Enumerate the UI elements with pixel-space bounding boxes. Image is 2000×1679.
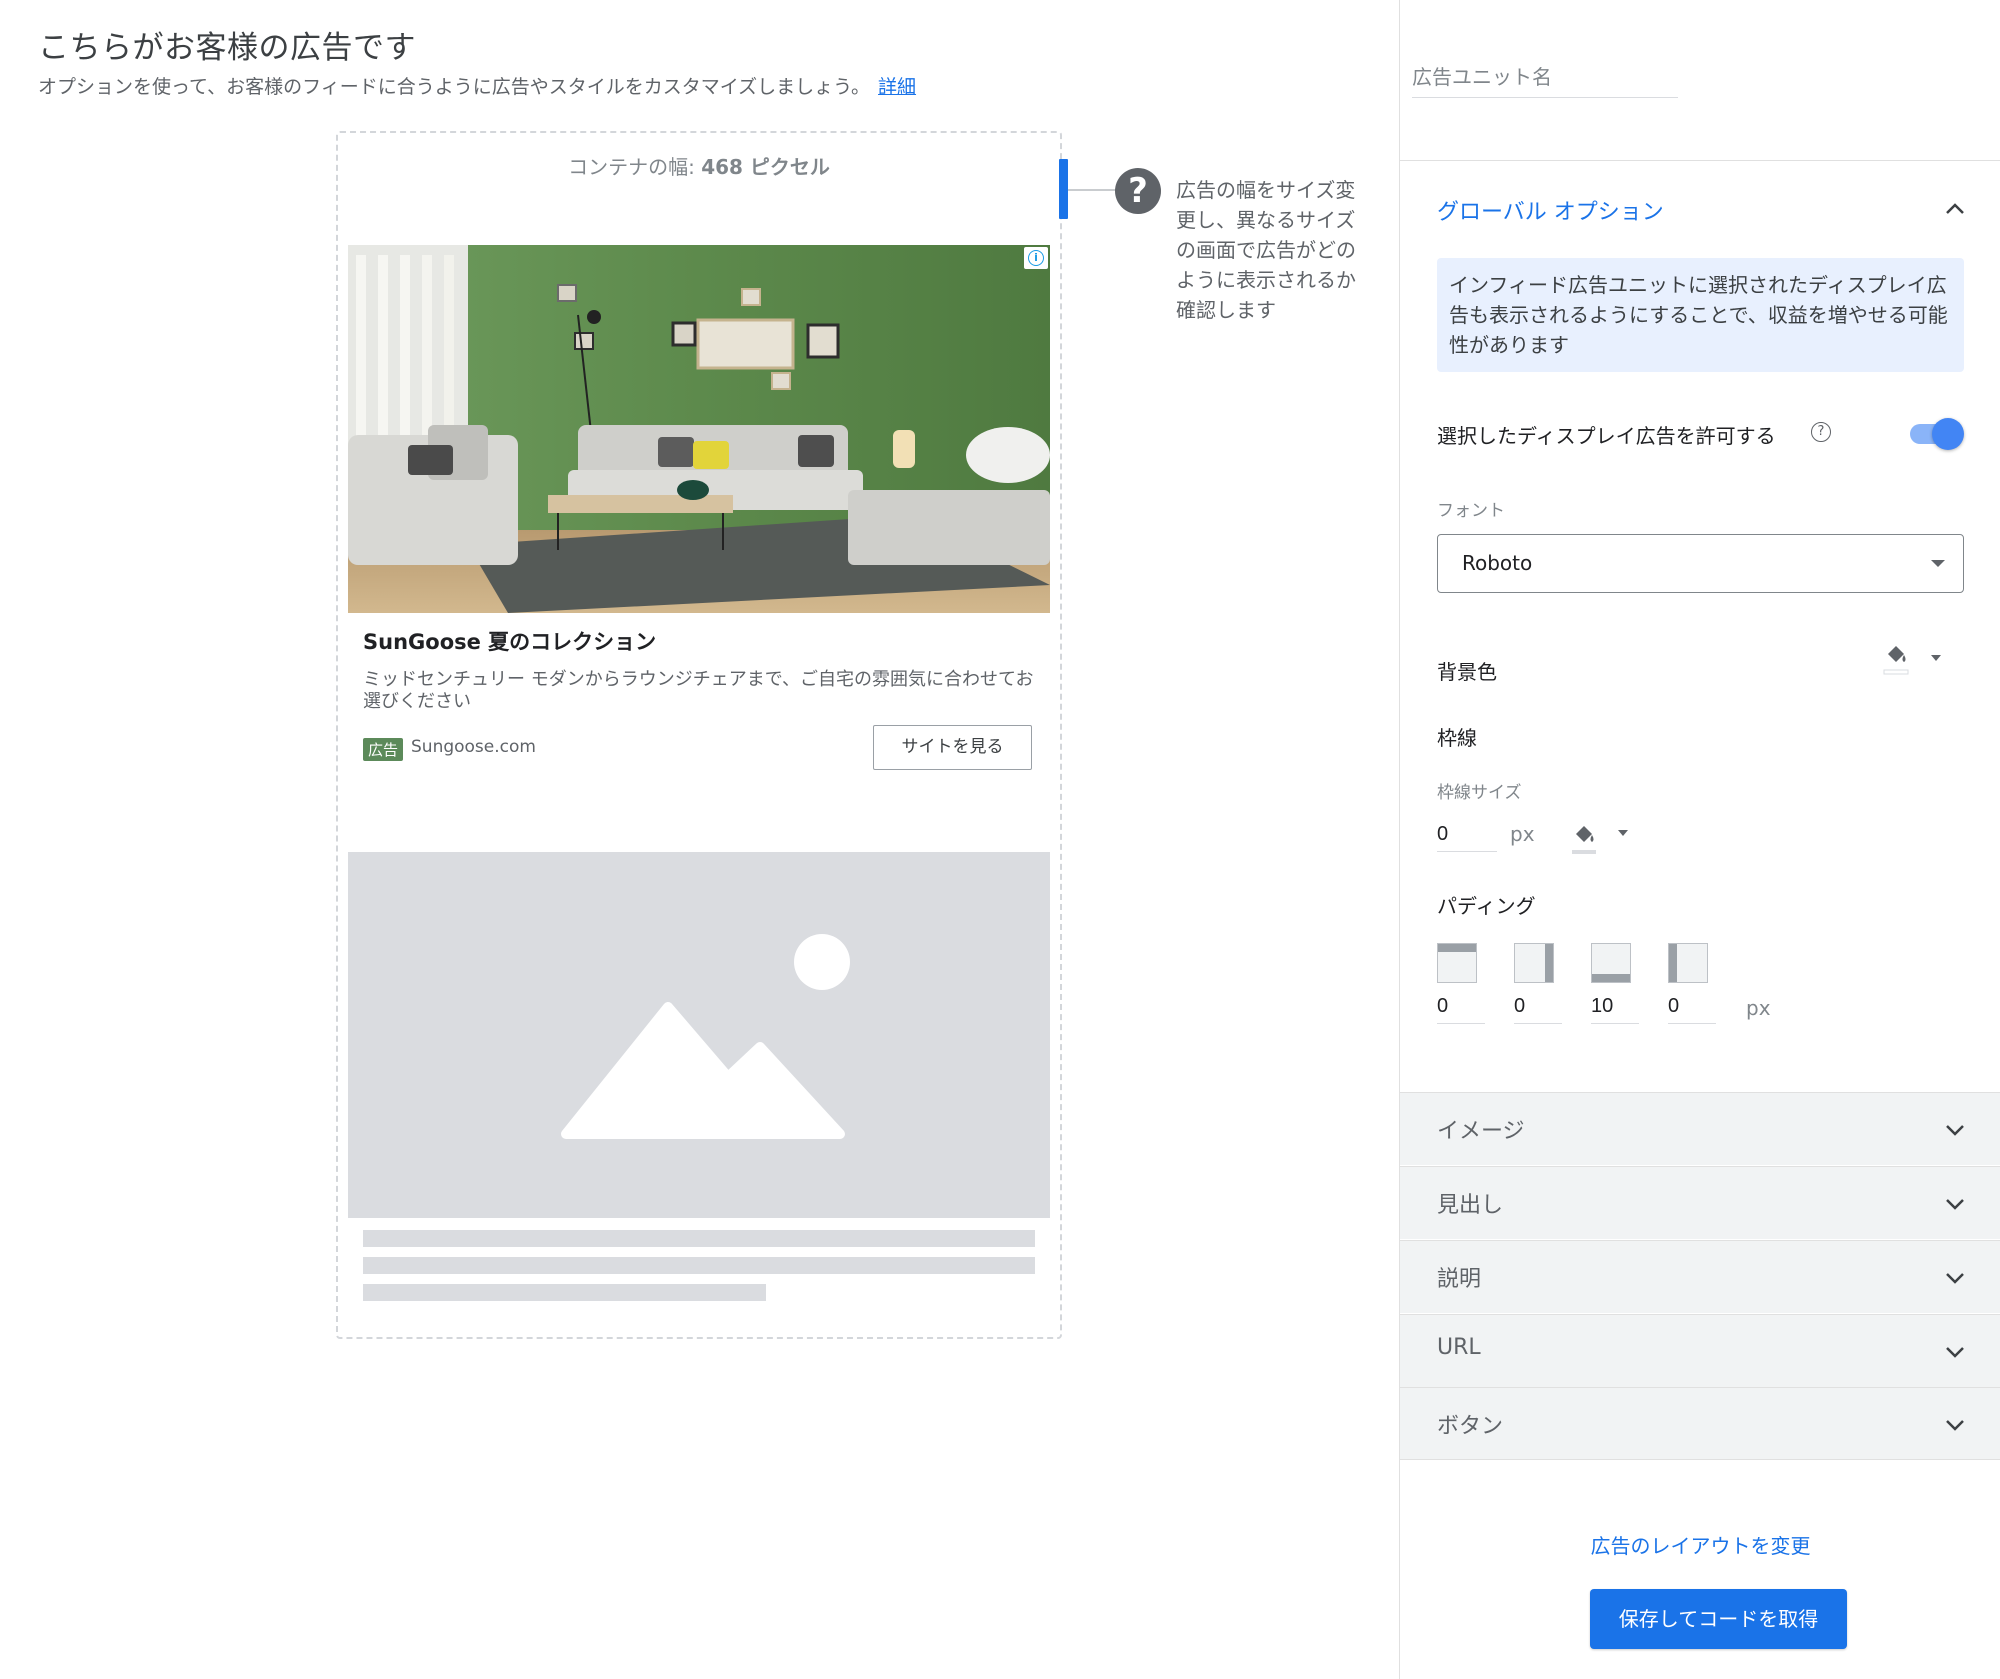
padding-right-input[interactable] [1514,990,1562,1024]
help-icon[interactable]: ? [1811,422,1831,442]
question-icon: ? [1115,168,1161,214]
details-link[interactable]: 詳細 [878,76,916,98]
padding-bottom-icon [1591,943,1631,983]
chevron-down-icon [1946,1125,1964,1136]
living-room-image [348,245,1050,613]
chevron-down-icon [1946,1199,1964,1210]
section-title: イメージ [1437,1119,1525,1144]
toggle-knob[interactable] [1932,418,1964,450]
page-title: こちらがお客様の広告です [38,30,416,66]
padding-top-input[interactable] [1437,990,1485,1024]
padding-unit: px [1746,996,1771,1020]
chevron-down-icon [1946,1273,1964,1284]
page-subtitle: オプションを使って、お客様のフィードに合うように広告やスタイルをカスタマイズしま… [38,72,916,99]
border-unit: px [1510,822,1535,846]
paint-bucket-icon[interactable] [1570,820,1610,856]
section-image[interactable]: イメージ [1400,1092,2000,1165]
section-url[interactable]: URL [1400,1314,2000,1387]
section-title: 説明 [1437,1267,1482,1292]
padding-left-input[interactable] [1668,990,1716,1024]
padding-label: パディング [1437,894,1536,918]
divider [1400,160,2000,161]
ad-choices-icon[interactable]: i [1024,247,1048,269]
info-box: インフィード広告ユニットに選択されたディスプレイ広告も表示されるようにすることで… [1437,258,1964,372]
width-value: 468 ピクセル [701,155,830,179]
container-width-label: コンテナの幅: 468 ピクセル [338,151,1060,180]
change-layout-link[interactable]: 広告のレイアウトを変更 [1400,1530,2000,1559]
chevron-down-icon [1946,1347,1964,1358]
padding-top-icon [1437,943,1477,983]
section-description[interactable]: 説明 [1400,1240,2000,1313]
section-title: 見出し [1437,1193,1504,1218]
width-label-text: コンテナの幅: [568,155,695,179]
save-and-get-code-button[interactable]: 保存してコードを取得 [1590,1589,1847,1649]
padding-right-icon [1514,943,1554,983]
section-title: ボタン [1437,1414,1504,1439]
font-label: フォント [1437,501,1505,521]
allow-display-ads-label: 選択したディスプレイ広告を許可する [1437,424,1776,448]
ad-description: ミッドセンチュリー モダンからラウンジチェアまで、ご自宅の雰囲気に合わせてお選び… [363,669,1034,712]
ad-url: Sungoose.com [411,737,536,757]
subtitle-text: オプションを使って、お客様のフィードに合うように広告やスタイルをカスタマイズしま… [38,76,871,98]
placeholder-line [363,1230,1035,1247]
dropdown-arrow-icon[interactable] [1931,655,1941,661]
chevron-up-icon[interactable] [1944,198,1966,220]
placeholder-line [363,1257,1035,1274]
ad-headline: SunGoose 夏のコレクション [363,630,657,654]
visit-site-button[interactable]: サイトを見る [873,725,1032,770]
ad-badge: 広告 [363,738,404,761]
resize-help-text: 広告の幅をサイズ変更し、異なるサイズの画面で広告がどのように表示されるか確認しま… [1176,178,1356,322]
paint-bucket-icon[interactable] [1882,640,1922,676]
border-size-input[interactable] [1437,818,1497,852]
border-label: 枠線 [1437,726,1477,750]
placeholder-image [348,852,1050,1218]
dropdown-arrow-icon[interactable] [1618,830,1628,836]
image-placeholder-icon [561,934,850,1139]
border-size-label: 枠線サイズ [1437,783,1522,803]
padding-left-icon [1668,943,1708,983]
chevron-down-icon [1946,1420,1964,1431]
ad-unit-name-input[interactable] [1412,60,1678,98]
font-select[interactable]: Roboto [1437,534,1964,593]
background-color-label: 背景色 [1437,660,1497,684]
padding-bottom-input[interactable] [1591,990,1639,1024]
resize-handle[interactable] [1059,159,1068,219]
font-select-value: Roboto [1462,551,1533,575]
handle-connector [1068,189,1118,191]
section-button[interactable]: ボタン [1400,1387,2000,1460]
section-title: URL [1437,1335,1481,1360]
dropdown-arrow-icon [1931,560,1945,567]
global-options-title[interactable]: グローバル オプション [1437,194,1664,226]
ad-image [348,245,1050,613]
options-panel: グローバル オプション インフィード広告ユニットに選択されたディスプレイ広告も表… [1399,0,2000,1679]
section-headline[interactable]: 見出し [1400,1166,2000,1239]
preview-pane: こちらがお客様の広告です オプションを使って、お客様のフィードに合うように広告や… [0,0,1399,1679]
placeholder-line [363,1284,766,1301]
